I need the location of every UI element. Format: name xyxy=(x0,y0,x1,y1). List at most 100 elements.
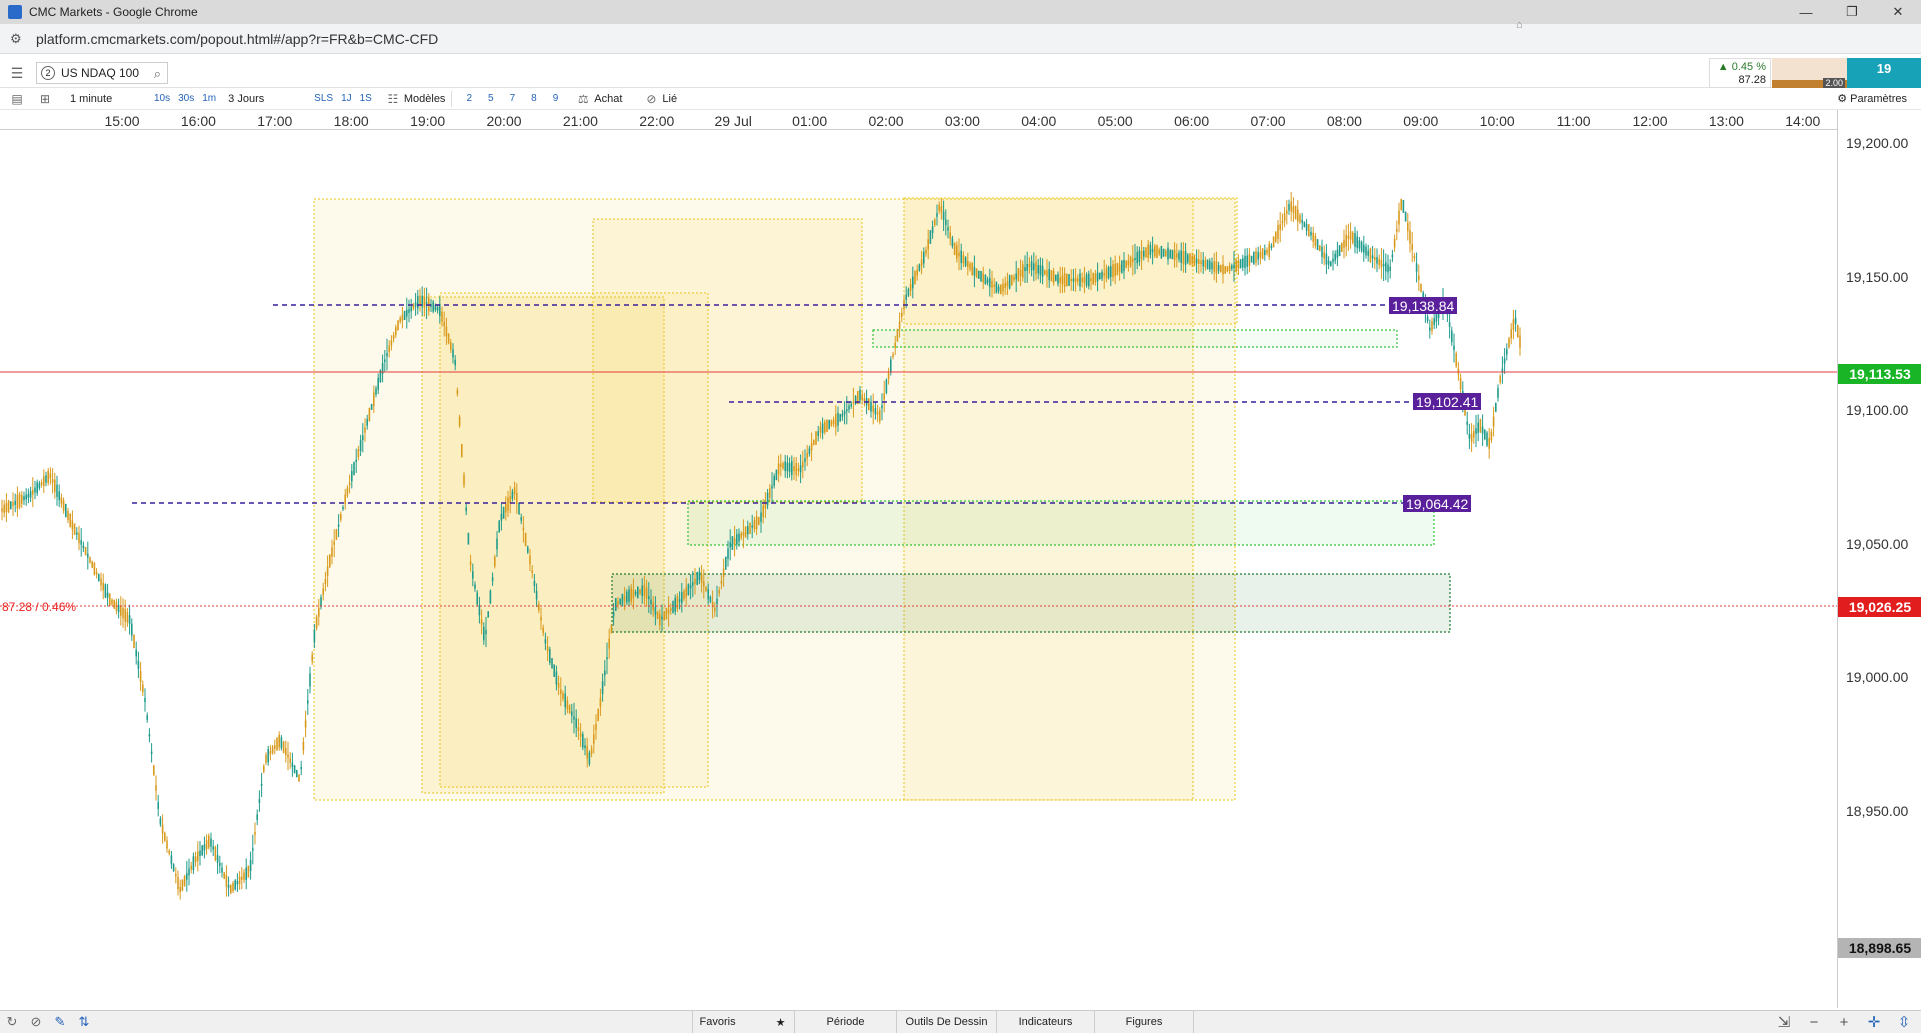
restore-button[interactable]: ❐ xyxy=(1829,0,1875,24)
zoom-out-icon[interactable]: − xyxy=(1800,1011,1828,1033)
candle-body xyxy=(439,304,441,316)
list-icon[interactable]: ▤ xyxy=(6,90,28,108)
candle-body xyxy=(1103,273,1105,276)
instrument-selector[interactable]: 2 US NDAQ 100 ⌕ xyxy=(36,62,168,84)
candle-body xyxy=(384,359,386,362)
candle-body xyxy=(1140,251,1143,260)
change-label: 87.28 / 0.46% xyxy=(2,600,77,614)
tab-indicateurs[interactable]: Indicateurs xyxy=(996,1011,1094,1033)
candle-body xyxy=(1138,250,1141,263)
candle-body xyxy=(1481,426,1484,434)
candle-body xyxy=(14,500,16,505)
candle-body xyxy=(1259,251,1262,258)
site-settings-icon[interactable]: ⚙ xyxy=(10,31,28,47)
candle-body xyxy=(168,850,170,854)
expand-icon[interactable]: ⇲ xyxy=(1770,1011,1798,1033)
candle-body xyxy=(1083,276,1086,284)
candle-body xyxy=(357,449,360,458)
buy-icon[interactable]: ⚖ xyxy=(572,90,594,108)
range-1s[interactable]: 1S xyxy=(360,93,372,104)
candle-body xyxy=(148,734,151,737)
layout-7[interactable]: 7 xyxy=(510,93,516,104)
candle-body xyxy=(788,463,791,472)
candle-body xyxy=(604,670,606,676)
range-sls[interactable]: SLS xyxy=(314,93,333,104)
tab-figures[interactable]: Figures xyxy=(1094,1011,1194,1033)
zoom-in-icon[interactable]: + xyxy=(1830,1011,1858,1033)
candle-body xyxy=(320,597,322,607)
candle-body xyxy=(575,718,577,728)
time-label: 19:00 xyxy=(410,113,446,129)
candle-body xyxy=(1321,246,1323,257)
settings-button[interactable]: ⚙ Paramètres xyxy=(1837,92,1907,105)
url-text[interactable]: platform.cmcmarkets.com/popout.html#/app… xyxy=(36,31,438,47)
candle-body xyxy=(947,227,949,231)
candle-body xyxy=(183,876,186,886)
interval-select[interactable]: 1 minute xyxy=(70,93,150,105)
menu-icon[interactable]: ☰ xyxy=(2,63,32,83)
interval-30s[interactable]: 30s xyxy=(178,93,194,104)
candle-body xyxy=(1092,272,1094,285)
candle-body xyxy=(619,598,621,605)
search-icon[interactable]: ⌕ xyxy=(154,66,161,82)
pencil-icon[interactable]: ✎ xyxy=(48,1012,72,1032)
candle-body xyxy=(342,506,344,510)
candle-body xyxy=(579,733,582,737)
candle-body xyxy=(194,856,197,863)
layout-5[interactable]: 5 xyxy=(488,93,494,104)
candle-body xyxy=(533,581,536,586)
link-icon[interactable]: ⊘ xyxy=(640,90,662,108)
buy-button[interactable]: 19 xyxy=(1847,58,1921,88)
candle-body xyxy=(287,754,289,758)
layout-2[interactable]: 2 xyxy=(466,93,472,104)
time-label: 15:00 xyxy=(104,113,140,129)
candle-body xyxy=(1352,232,1354,244)
level-tag[interactable]: 19,064.42 xyxy=(1403,495,1472,512)
candle-body xyxy=(73,523,76,535)
grid-icon[interactable]: ⊞ xyxy=(34,90,56,108)
candle-body xyxy=(1341,242,1343,253)
candle-body xyxy=(1145,247,1147,258)
candle-body xyxy=(1448,322,1451,327)
interval-10s[interactable]: 10s xyxy=(154,93,170,104)
level-tag[interactable]: 19,138.84 xyxy=(1389,297,1458,314)
candle-body xyxy=(1488,437,1490,449)
candle-body xyxy=(254,831,256,835)
candle-body xyxy=(1015,273,1017,280)
candle-body xyxy=(89,557,91,563)
candle-body xyxy=(1235,259,1237,272)
refresh-icon[interactable]: ↻ xyxy=(0,1012,24,1032)
sell-button[interactable]: 2.00 xyxy=(1772,58,1847,88)
candle-body xyxy=(1473,430,1475,438)
candle-body xyxy=(298,774,300,782)
tab-favoris[interactable]: Favoris ★ xyxy=(692,1011,792,1033)
price-axis[interactable]: 19,200.00 19,150.00 19,100.00 19,050.00 19,0… xyxy=(1837,110,1921,1008)
candle-body xyxy=(1299,215,1301,222)
candle-body xyxy=(1057,274,1059,284)
templates-button[interactable]: Modèles xyxy=(404,93,446,105)
linked-button[interactable]: Lié xyxy=(662,93,677,105)
swap-icon[interactable]: ⇅ xyxy=(72,1012,96,1032)
layout-8[interactable]: 8 xyxy=(531,93,537,104)
tab-outils-de-dessin[interactable]: Outils De Dessin xyxy=(896,1011,996,1033)
cancel-icon[interactable]: ⊘ xyxy=(24,1012,48,1032)
candle-body xyxy=(1215,261,1218,274)
close-button[interactable]: ✕ xyxy=(1875,0,1921,24)
candle-body xyxy=(571,711,573,716)
candle-body xyxy=(703,581,705,587)
fit-icon[interactable]: ⇳ xyxy=(1890,1011,1918,1033)
crosshair-icon[interactable]: ✛ xyxy=(1860,1011,1888,1033)
candle-body xyxy=(258,799,261,803)
templates-icon[interactable]: ☷ xyxy=(382,90,404,108)
range-1j[interactable]: 1J xyxy=(341,93,352,104)
level-tag[interactable]: 19,102.41 xyxy=(1413,393,1482,410)
interval-1m[interactable]: 1m xyxy=(202,93,216,104)
candle-body xyxy=(731,536,734,550)
buy-mode-button[interactable]: Achat xyxy=(594,93,622,105)
time-label: 14:00 xyxy=(1785,113,1821,129)
price-chart[interactable] xyxy=(0,130,1837,1008)
tab-periode[interactable]: Période xyxy=(794,1011,896,1033)
minimize-button[interactable]: — xyxy=(1783,0,1829,24)
range-select[interactable]: 3 Jours xyxy=(228,93,310,105)
layout-9[interactable]: 9 xyxy=(553,93,559,104)
